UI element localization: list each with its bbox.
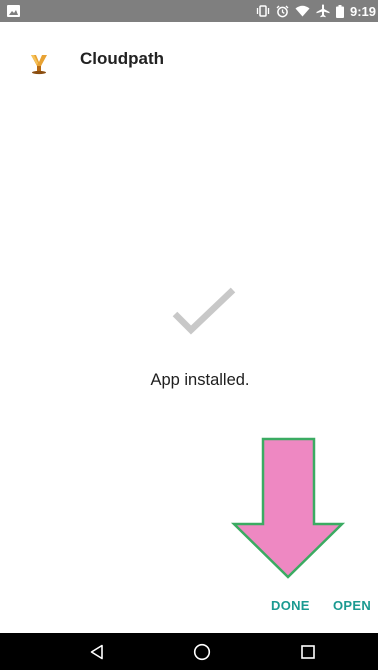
status-icons: 9:19: [256, 0, 378, 22]
back-button[interactable]: [67, 633, 127, 670]
alarm-icon: [276, 5, 289, 17]
cloudpath-app-icon: [31, 55, 47, 75]
vibrate-icon: [256, 5, 270, 17]
status-bar: 9:19: [0, 0, 378, 22]
recents-icon: [301, 644, 315, 659]
home-icon: [193, 643, 211, 660]
open-button[interactable]: OPEN: [333, 598, 371, 613]
done-button[interactable]: DONE: [271, 598, 310, 613]
status-time: 9:19: [349, 3, 376, 19]
app-header: Cloudpath: [0, 22, 378, 96]
app-title: Cloudpath: [80, 49, 165, 68]
image-icon: [7, 5, 20, 17]
install-status-message: App installed.: [150, 371, 250, 389]
back-icon: [90, 644, 103, 659]
recents-button[interactable]: [278, 633, 338, 670]
wifi-icon: [295, 5, 310, 17]
airplane-icon: [316, 4, 330, 18]
down-arrow-annotation-icon: [230, 437, 346, 579]
checkmark-icon: [172, 287, 236, 335]
navigation-bar: [0, 633, 378, 670]
home-button[interactable]: [172, 633, 232, 670]
battery-icon: [335, 4, 344, 18]
